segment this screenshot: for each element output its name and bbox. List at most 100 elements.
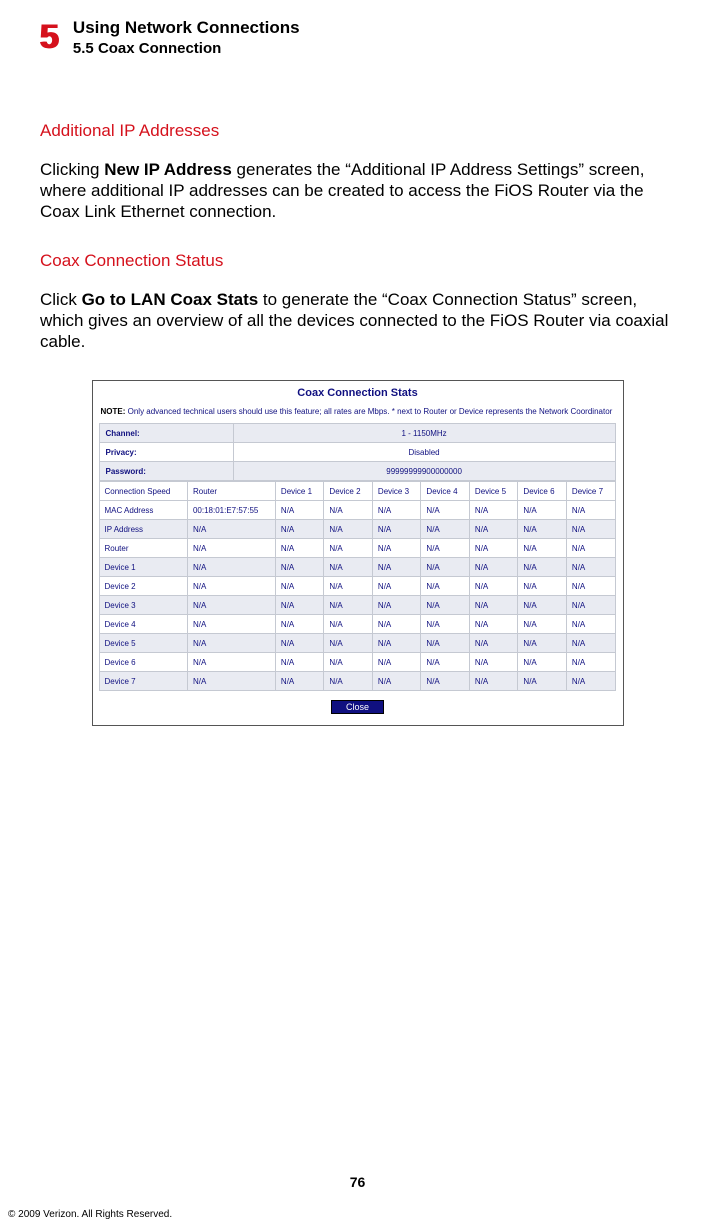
table-cell: N/A bbox=[421, 596, 470, 615]
table-cell: N/A bbox=[187, 539, 275, 558]
table-cell: N/A bbox=[372, 520, 421, 539]
table-row: Device 2N/AN/AN/AN/AN/AN/AN/AN/A bbox=[99, 577, 615, 596]
table-cell: N/A bbox=[518, 558, 567, 577]
stats-title: Coax Connection Stats bbox=[93, 381, 623, 405]
table-row: Device 4N/AN/AN/AN/AN/AN/AN/AN/A bbox=[99, 615, 615, 634]
table-cell: N/A bbox=[372, 634, 421, 653]
close-button[interactable]: Close bbox=[331, 700, 384, 714]
table-row: Device 3N/AN/AN/AN/AN/AN/AN/AN/A bbox=[99, 596, 615, 615]
paragraph-coax-status: Click Go to LAN Coax Stats to generate t… bbox=[40, 289, 675, 353]
table-cell: IP Address bbox=[99, 520, 187, 539]
table-cell: N/A bbox=[372, 577, 421, 596]
table-cell: N/A bbox=[421, 672, 470, 691]
chapter-number: 5 bbox=[40, 18, 59, 54]
table-cell: N/A bbox=[324, 520, 373, 539]
table-cell: N/A bbox=[518, 520, 567, 539]
table-cell: Device 4 bbox=[99, 615, 187, 634]
table-cell: 00:18:01:E7:57:55 bbox=[187, 501, 275, 520]
table-cell: N/A bbox=[275, 653, 324, 672]
table-cell: N/A bbox=[518, 653, 567, 672]
table-cell: N/A bbox=[324, 577, 373, 596]
table-cell: N/A bbox=[187, 596, 275, 615]
table-cell: Router bbox=[99, 539, 187, 558]
table-cell: N/A bbox=[421, 558, 470, 577]
table-cell: N/A bbox=[469, 558, 518, 577]
table-cell: N/A bbox=[372, 558, 421, 577]
column-header: Device 3 bbox=[372, 482, 421, 501]
note-text: Only advanced technical users should use… bbox=[125, 407, 612, 416]
table-row: Privacy:Disabled bbox=[99, 443, 615, 462]
table-cell: Device 1 bbox=[99, 558, 187, 577]
table-cell: N/A bbox=[518, 577, 567, 596]
table-cell: N/A bbox=[518, 634, 567, 653]
table-row: Device 6N/AN/AN/AN/AN/AN/AN/AN/A bbox=[99, 653, 615, 672]
page-header: 5 Using Network Connections 5.5 Coax Con… bbox=[40, 18, 675, 57]
section-heading-coax-status: Coax Connection Status bbox=[40, 251, 675, 271]
kv-value: 1 - 1150MHz bbox=[233, 424, 615, 443]
table-cell: N/A bbox=[469, 596, 518, 615]
paragraph-additional-ip: Clicking New IP Address generates the “A… bbox=[40, 159, 675, 223]
table-cell: N/A bbox=[566, 539, 615, 558]
table-cell: N/A bbox=[469, 653, 518, 672]
table-cell: N/A bbox=[518, 501, 567, 520]
note-label: NOTE: bbox=[101, 407, 126, 416]
copyright: © 2009 Verizon. All Rights Reserved. bbox=[8, 1209, 172, 1220]
page-number: 76 bbox=[0, 1174, 715, 1190]
table-cell: N/A bbox=[566, 634, 615, 653]
coax-stats-panel: Coax Connection Stats NOTE: Only advance… bbox=[92, 380, 624, 726]
table-cell: Device 2 bbox=[99, 577, 187, 596]
column-header: Device 5 bbox=[469, 482, 518, 501]
table-cell: N/A bbox=[518, 672, 567, 691]
table-cell: N/A bbox=[324, 615, 373, 634]
table-cell: N/A bbox=[372, 596, 421, 615]
stats-grid-table: Connection SpeedRouterDevice 1Device 2De… bbox=[99, 481, 616, 691]
table-cell: N/A bbox=[469, 539, 518, 558]
column-header: Device 2 bbox=[324, 482, 373, 501]
table-row: MAC Address00:18:01:E7:57:55N/AN/AN/AN/A… bbox=[99, 501, 615, 520]
table-cell: N/A bbox=[187, 615, 275, 634]
table-cell: N/A bbox=[566, 672, 615, 691]
table-row: Password:99999999900000000 bbox=[99, 462, 615, 481]
table-cell: N/A bbox=[421, 520, 470, 539]
table-cell: N/A bbox=[566, 596, 615, 615]
table-cell: N/A bbox=[421, 539, 470, 558]
table-cell: N/A bbox=[324, 558, 373, 577]
table-cell: N/A bbox=[566, 577, 615, 596]
table-cell: N/A bbox=[187, 520, 275, 539]
table-cell: N/A bbox=[324, 539, 373, 558]
table-cell: Device 7 bbox=[99, 672, 187, 691]
table-cell: N/A bbox=[421, 577, 470, 596]
table-row: Device 1N/AN/AN/AN/AN/AN/AN/AN/A bbox=[99, 558, 615, 577]
table-row: Device 7N/AN/AN/AN/AN/AN/AN/AN/A bbox=[99, 672, 615, 691]
table-row: RouterN/AN/AN/AN/AN/AN/AN/AN/A bbox=[99, 539, 615, 558]
table-cell: N/A bbox=[324, 634, 373, 653]
stats-kv-table: Channel:1 - 1150MHzPrivacy:DisabledPassw… bbox=[99, 423, 616, 481]
kv-key: Channel: bbox=[99, 424, 233, 443]
table-cell: N/A bbox=[372, 672, 421, 691]
table-cell: Device 3 bbox=[99, 596, 187, 615]
table-cell: N/A bbox=[275, 558, 324, 577]
table-cell: Device 6 bbox=[99, 653, 187, 672]
table-row: IP AddressN/AN/AN/AN/AN/AN/AN/AN/A bbox=[99, 520, 615, 539]
table-row: Channel:1 - 1150MHz bbox=[99, 424, 615, 443]
table-cell: N/A bbox=[566, 653, 615, 672]
table-cell: MAC Address bbox=[99, 501, 187, 520]
table-cell: N/A bbox=[275, 539, 324, 558]
table-cell: N/A bbox=[421, 653, 470, 672]
column-header: Connection Speed bbox=[99, 482, 187, 501]
table-cell: N/A bbox=[469, 672, 518, 691]
table-cell: N/A bbox=[566, 615, 615, 634]
kv-value: 99999999900000000 bbox=[233, 462, 615, 481]
table-cell: N/A bbox=[275, 672, 324, 691]
table-cell: N/A bbox=[469, 577, 518, 596]
table-row: Device 5N/AN/AN/AN/AN/AN/AN/AN/A bbox=[99, 634, 615, 653]
table-cell: N/A bbox=[187, 577, 275, 596]
table-cell: N/A bbox=[372, 653, 421, 672]
table-cell: N/A bbox=[275, 577, 324, 596]
table-cell: N/A bbox=[275, 615, 324, 634]
table-cell: N/A bbox=[421, 615, 470, 634]
text-fragment: Clicking bbox=[40, 160, 104, 179]
column-header: Device 7 bbox=[566, 482, 615, 501]
section-heading-additional-ip: Additional IP Addresses bbox=[40, 121, 675, 141]
table-cell: N/A bbox=[275, 596, 324, 615]
